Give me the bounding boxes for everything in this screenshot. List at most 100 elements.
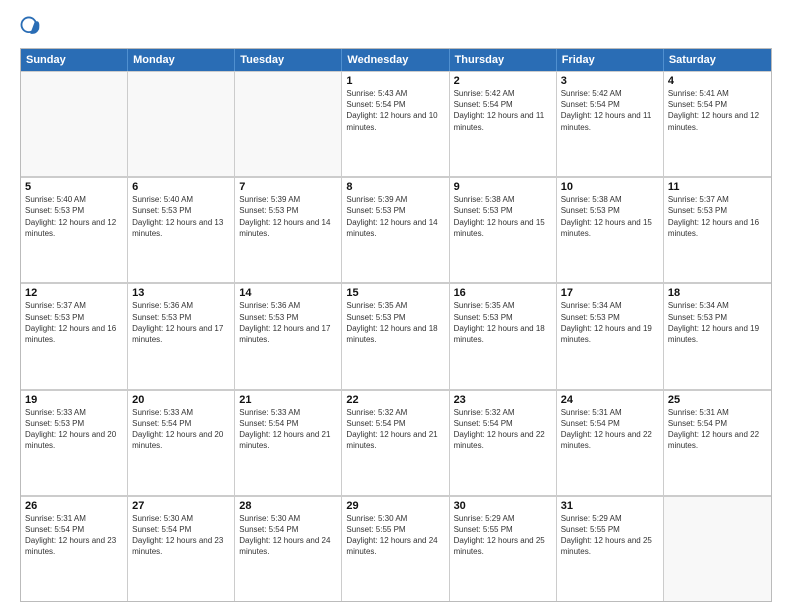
calendar-week-2: 5Sunrise: 5:40 AMSunset: 5:53 PMDaylight… (21, 177, 771, 283)
day-cell-1: 1Sunrise: 5:43 AMSunset: 5:54 PMDaylight… (342, 71, 449, 176)
day-header-tuesday: Tuesday (235, 49, 342, 71)
empty-cell (235, 71, 342, 176)
day-number: 27 (132, 500, 230, 512)
day-header-sunday: Sunday (21, 49, 128, 71)
day-cell-28: 28Sunrise: 5:30 AMSunset: 5:54 PMDayligh… (235, 496, 342, 601)
day-cell-4: 4Sunrise: 5:41 AMSunset: 5:54 PMDaylight… (664, 71, 771, 176)
cell-info: Sunrise: 5:41 AMSunset: 5:54 PMDaylight:… (668, 88, 767, 133)
day-cell-23: 23Sunrise: 5:32 AMSunset: 5:54 PMDayligh… (450, 390, 557, 495)
day-number: 24 (561, 394, 659, 406)
day-cell-26: 26Sunrise: 5:31 AMSunset: 5:54 PMDayligh… (21, 496, 128, 601)
cell-info: Sunrise: 5:33 AMSunset: 5:53 PMDaylight:… (25, 407, 123, 452)
cell-info: Sunrise: 5:30 AMSunset: 5:54 PMDaylight:… (132, 513, 230, 558)
cell-info: Sunrise: 5:30 AMSunset: 5:54 PMDaylight:… (239, 513, 337, 558)
day-header-monday: Monday (128, 49, 235, 71)
cell-info: Sunrise: 5:38 AMSunset: 5:53 PMDaylight:… (454, 194, 552, 239)
day-number: 17 (561, 287, 659, 299)
day-cell-15: 15Sunrise: 5:35 AMSunset: 5:53 PMDayligh… (342, 283, 449, 388)
day-cell-30: 30Sunrise: 5:29 AMSunset: 5:55 PMDayligh… (450, 496, 557, 601)
cell-info: Sunrise: 5:42 AMSunset: 5:54 PMDaylight:… (454, 88, 552, 133)
day-number: 11 (668, 181, 767, 193)
day-number: 1 (346, 75, 444, 87)
day-cell-19: 19Sunrise: 5:33 AMSunset: 5:53 PMDayligh… (21, 390, 128, 495)
day-cell-24: 24Sunrise: 5:31 AMSunset: 5:54 PMDayligh… (557, 390, 664, 495)
day-cell-16: 16Sunrise: 5:35 AMSunset: 5:53 PMDayligh… (450, 283, 557, 388)
cell-info: Sunrise: 5:38 AMSunset: 5:53 PMDaylight:… (561, 194, 659, 239)
cell-info: Sunrise: 5:35 AMSunset: 5:53 PMDaylight:… (346, 300, 444, 345)
day-number: 20 (132, 394, 230, 406)
day-number: 30 (454, 500, 552, 512)
day-cell-18: 18Sunrise: 5:34 AMSunset: 5:53 PMDayligh… (664, 283, 771, 388)
day-number: 21 (239, 394, 337, 406)
day-cell-11: 11Sunrise: 5:37 AMSunset: 5:53 PMDayligh… (664, 177, 771, 282)
day-cell-14: 14Sunrise: 5:36 AMSunset: 5:53 PMDayligh… (235, 283, 342, 388)
day-cell-12: 12Sunrise: 5:37 AMSunset: 5:53 PMDayligh… (21, 283, 128, 388)
cell-info: Sunrise: 5:36 AMSunset: 5:53 PMDaylight:… (132, 300, 230, 345)
day-cell-9: 9Sunrise: 5:38 AMSunset: 5:53 PMDaylight… (450, 177, 557, 282)
calendar-week-1: 1Sunrise: 5:43 AMSunset: 5:54 PMDaylight… (21, 71, 771, 177)
calendar-week-3: 12Sunrise: 5:37 AMSunset: 5:53 PMDayligh… (21, 283, 771, 389)
cell-info: Sunrise: 5:36 AMSunset: 5:53 PMDaylight:… (239, 300, 337, 345)
day-cell-5: 5Sunrise: 5:40 AMSunset: 5:53 PMDaylight… (21, 177, 128, 282)
day-number: 18 (668, 287, 767, 299)
cell-info: Sunrise: 5:32 AMSunset: 5:54 PMDaylight:… (454, 407, 552, 452)
day-cell-2: 2Sunrise: 5:42 AMSunset: 5:54 PMDaylight… (450, 71, 557, 176)
calendar-week-5: 26Sunrise: 5:31 AMSunset: 5:54 PMDayligh… (21, 496, 771, 601)
cell-info: Sunrise: 5:39 AMSunset: 5:53 PMDaylight:… (239, 194, 337, 239)
cell-info: Sunrise: 5:33 AMSunset: 5:54 PMDaylight:… (239, 407, 337, 452)
day-cell-17: 17Sunrise: 5:34 AMSunset: 5:53 PMDayligh… (557, 283, 664, 388)
day-cell-29: 29Sunrise: 5:30 AMSunset: 5:55 PMDayligh… (342, 496, 449, 601)
cell-info: Sunrise: 5:35 AMSunset: 5:53 PMDaylight:… (454, 300, 552, 345)
logo-icon (20, 16, 42, 38)
day-number: 9 (454, 181, 552, 193)
page-header (20, 16, 772, 38)
day-number: 3 (561, 75, 659, 87)
day-number: 7 (239, 181, 337, 193)
cell-info: Sunrise: 5:39 AMSunset: 5:53 PMDaylight:… (346, 194, 444, 239)
day-cell-27: 27Sunrise: 5:30 AMSunset: 5:54 PMDayligh… (128, 496, 235, 601)
cell-info: Sunrise: 5:40 AMSunset: 5:53 PMDaylight:… (25, 194, 123, 239)
day-number: 13 (132, 287, 230, 299)
day-number: 16 (454, 287, 552, 299)
day-cell-22: 22Sunrise: 5:32 AMSunset: 5:54 PMDayligh… (342, 390, 449, 495)
day-cell-6: 6Sunrise: 5:40 AMSunset: 5:53 PMDaylight… (128, 177, 235, 282)
day-cell-3: 3Sunrise: 5:42 AMSunset: 5:54 PMDaylight… (557, 71, 664, 176)
day-number: 2 (454, 75, 552, 87)
day-number: 22 (346, 394, 444, 406)
day-cell-20: 20Sunrise: 5:33 AMSunset: 5:54 PMDayligh… (128, 390, 235, 495)
day-number: 6 (132, 181, 230, 193)
calendar: SundayMondayTuesdayWednesdayThursdayFrid… (20, 48, 772, 602)
cell-info: Sunrise: 5:42 AMSunset: 5:54 PMDaylight:… (561, 88, 659, 133)
day-number: 29 (346, 500, 444, 512)
cell-info: Sunrise: 5:30 AMSunset: 5:55 PMDaylight:… (346, 513, 444, 558)
calendar-week-4: 19Sunrise: 5:33 AMSunset: 5:53 PMDayligh… (21, 390, 771, 496)
empty-cell (664, 496, 771, 601)
day-number: 14 (239, 287, 337, 299)
day-number: 25 (668, 394, 767, 406)
day-header-wednesday: Wednesday (342, 49, 449, 71)
calendar-body: 1Sunrise: 5:43 AMSunset: 5:54 PMDaylight… (21, 71, 771, 601)
empty-cell (128, 71, 235, 176)
day-cell-13: 13Sunrise: 5:36 AMSunset: 5:53 PMDayligh… (128, 283, 235, 388)
cell-info: Sunrise: 5:34 AMSunset: 5:53 PMDaylight:… (668, 300, 767, 345)
day-number: 5 (25, 181, 123, 193)
cell-info: Sunrise: 5:33 AMSunset: 5:54 PMDaylight:… (132, 407, 230, 452)
cell-info: Sunrise: 5:37 AMSunset: 5:53 PMDaylight:… (668, 194, 767, 239)
cell-info: Sunrise: 5:32 AMSunset: 5:54 PMDaylight:… (346, 407, 444, 452)
day-number: 15 (346, 287, 444, 299)
day-number: 10 (561, 181, 659, 193)
cell-info: Sunrise: 5:37 AMSunset: 5:53 PMDaylight:… (25, 300, 123, 345)
day-cell-25: 25Sunrise: 5:31 AMSunset: 5:54 PMDayligh… (664, 390, 771, 495)
day-number: 31 (561, 500, 659, 512)
day-cell-8: 8Sunrise: 5:39 AMSunset: 5:53 PMDaylight… (342, 177, 449, 282)
day-number: 8 (346, 181, 444, 193)
day-cell-7: 7Sunrise: 5:39 AMSunset: 5:53 PMDaylight… (235, 177, 342, 282)
day-number: 28 (239, 500, 337, 512)
empty-cell (21, 71, 128, 176)
day-header-friday: Friday (557, 49, 664, 71)
cell-info: Sunrise: 5:43 AMSunset: 5:54 PMDaylight:… (346, 88, 444, 133)
calendar-header: SundayMondayTuesdayWednesdayThursdayFrid… (21, 49, 771, 71)
cell-info: Sunrise: 5:31 AMSunset: 5:54 PMDaylight:… (668, 407, 767, 452)
cell-info: Sunrise: 5:29 AMSunset: 5:55 PMDaylight:… (561, 513, 659, 558)
cell-info: Sunrise: 5:40 AMSunset: 5:53 PMDaylight:… (132, 194, 230, 239)
